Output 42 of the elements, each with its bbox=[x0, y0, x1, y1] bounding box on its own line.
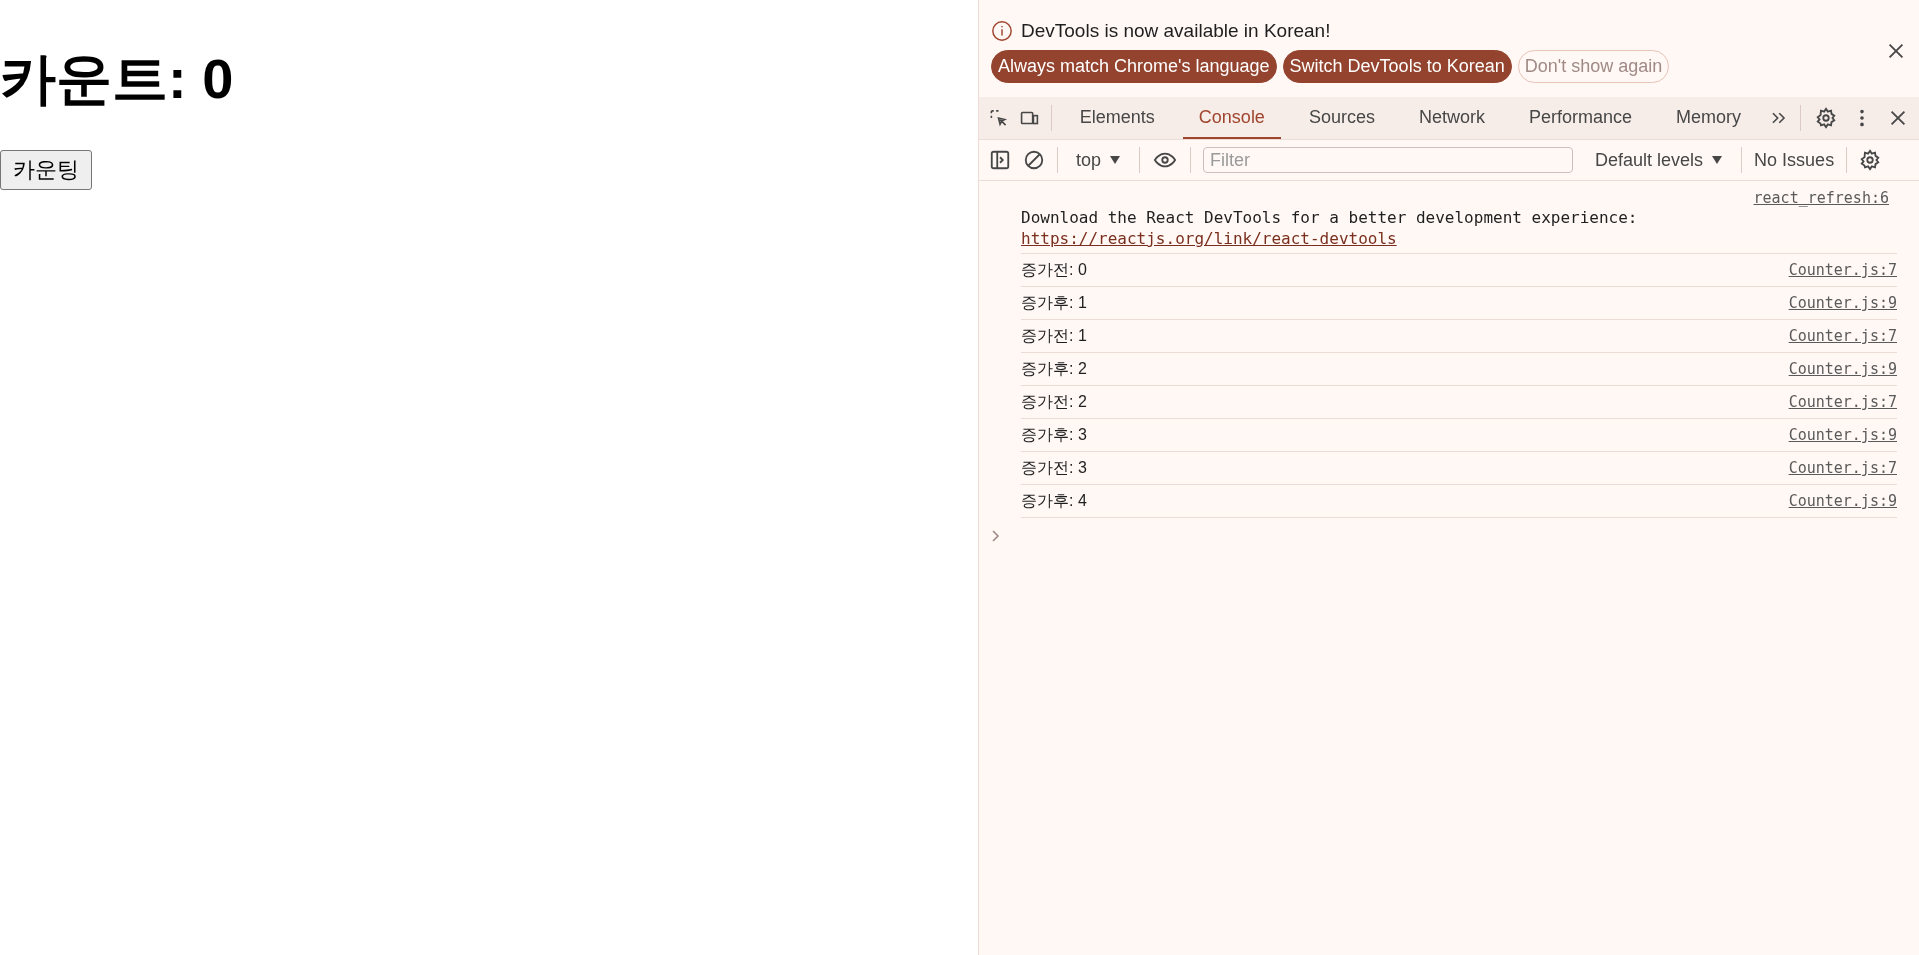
panel-tab[interactable]: Sources bbox=[1292, 97, 1391, 139]
console-message: 증가전: 0 bbox=[1021, 259, 1087, 280]
sidebar-toggle-icon[interactable] bbox=[989, 149, 1011, 171]
infobar-button[interactable]: Always match Chrome's language bbox=[991, 50, 1277, 83]
settings-icon[interactable] bbox=[1859, 149, 1882, 171]
source-link[interactable]: Counter.js:7 bbox=[1788, 327, 1897, 345]
info-icon bbox=[991, 20, 1013, 42]
source-link[interactable]: Counter.js:7 bbox=[1788, 393, 1897, 411]
source-link[interactable]: react_refresh:6 bbox=[1753, 189, 1889, 207]
devtools-link[interactable]: https://reactjs.org/link/react-devtools bbox=[1021, 228, 1897, 249]
panel-tab[interactable]: Elements bbox=[1063, 97, 1171, 139]
console-message: 증가후: 3 bbox=[1021, 424, 1087, 445]
console-message: 증가전: 2 bbox=[1021, 391, 1087, 412]
panel-tab[interactable]: Console bbox=[1182, 97, 1281, 139]
panel-tab[interactable]: Memory bbox=[1660, 97, 1757, 139]
source-link[interactable]: Counter.js:7 bbox=[1788, 261, 1897, 279]
console-message: Download the React DevTools for a better development experience: https://reactjs.org/link/react-devtools bbox=[1021, 207, 1897, 249]
source-link[interactable]: Counter.js:7 bbox=[1788, 459, 1897, 477]
infobar-message: DevTools is now available in Korean! bbox=[1021, 20, 1331, 42]
filter-field[interactable]: Filter bbox=[1203, 147, 1574, 173]
settings-icon[interactable] bbox=[1815, 107, 1837, 129]
source-link[interactable]: Counter.js:9 bbox=[1788, 426, 1897, 444]
dropdown-caret-icon bbox=[1109, 155, 1122, 165]
console-message: 증가전: 1 bbox=[1021, 325, 1087, 346]
source-link[interactable]: Counter.js:9 bbox=[1788, 360, 1897, 378]
context-dropdown[interactable]: top bbox=[1070, 148, 1128, 172]
infobar-button[interactable]: Switch DevTools to Korean bbox=[1282, 50, 1512, 83]
count-button[interactable]: 카운팅 bbox=[0, 149, 92, 190]
levels-dropdown[interactable]: Default levels bbox=[1589, 148, 1730, 172]
dropdown-caret-icon bbox=[1711, 155, 1724, 165]
console-message: 증가전: 3 bbox=[1021, 457, 1087, 478]
source-link[interactable]: Counter.js:9 bbox=[1788, 294, 1897, 312]
clear-console-icon[interactable] bbox=[1023, 149, 1045, 171]
source-link[interactable]: Counter.js:9 bbox=[1788, 492, 1897, 510]
console-message: 증가후: 1 bbox=[1021, 292, 1087, 313]
prompt-chevron-icon[interactable] bbox=[991, 529, 1001, 543]
panel-tab[interactable]: Network bbox=[1402, 97, 1501, 139]
panel-tab[interactable]: Performance bbox=[1512, 97, 1648, 139]
console-message: 증가후: 2 bbox=[1021, 358, 1087, 379]
issues-label[interactable]: No Issues bbox=[1754, 149, 1835, 171]
count-heading: 카운트: 0 bbox=[0, 48, 235, 110]
console-message: 증가후: 4 bbox=[1021, 490, 1087, 511]
